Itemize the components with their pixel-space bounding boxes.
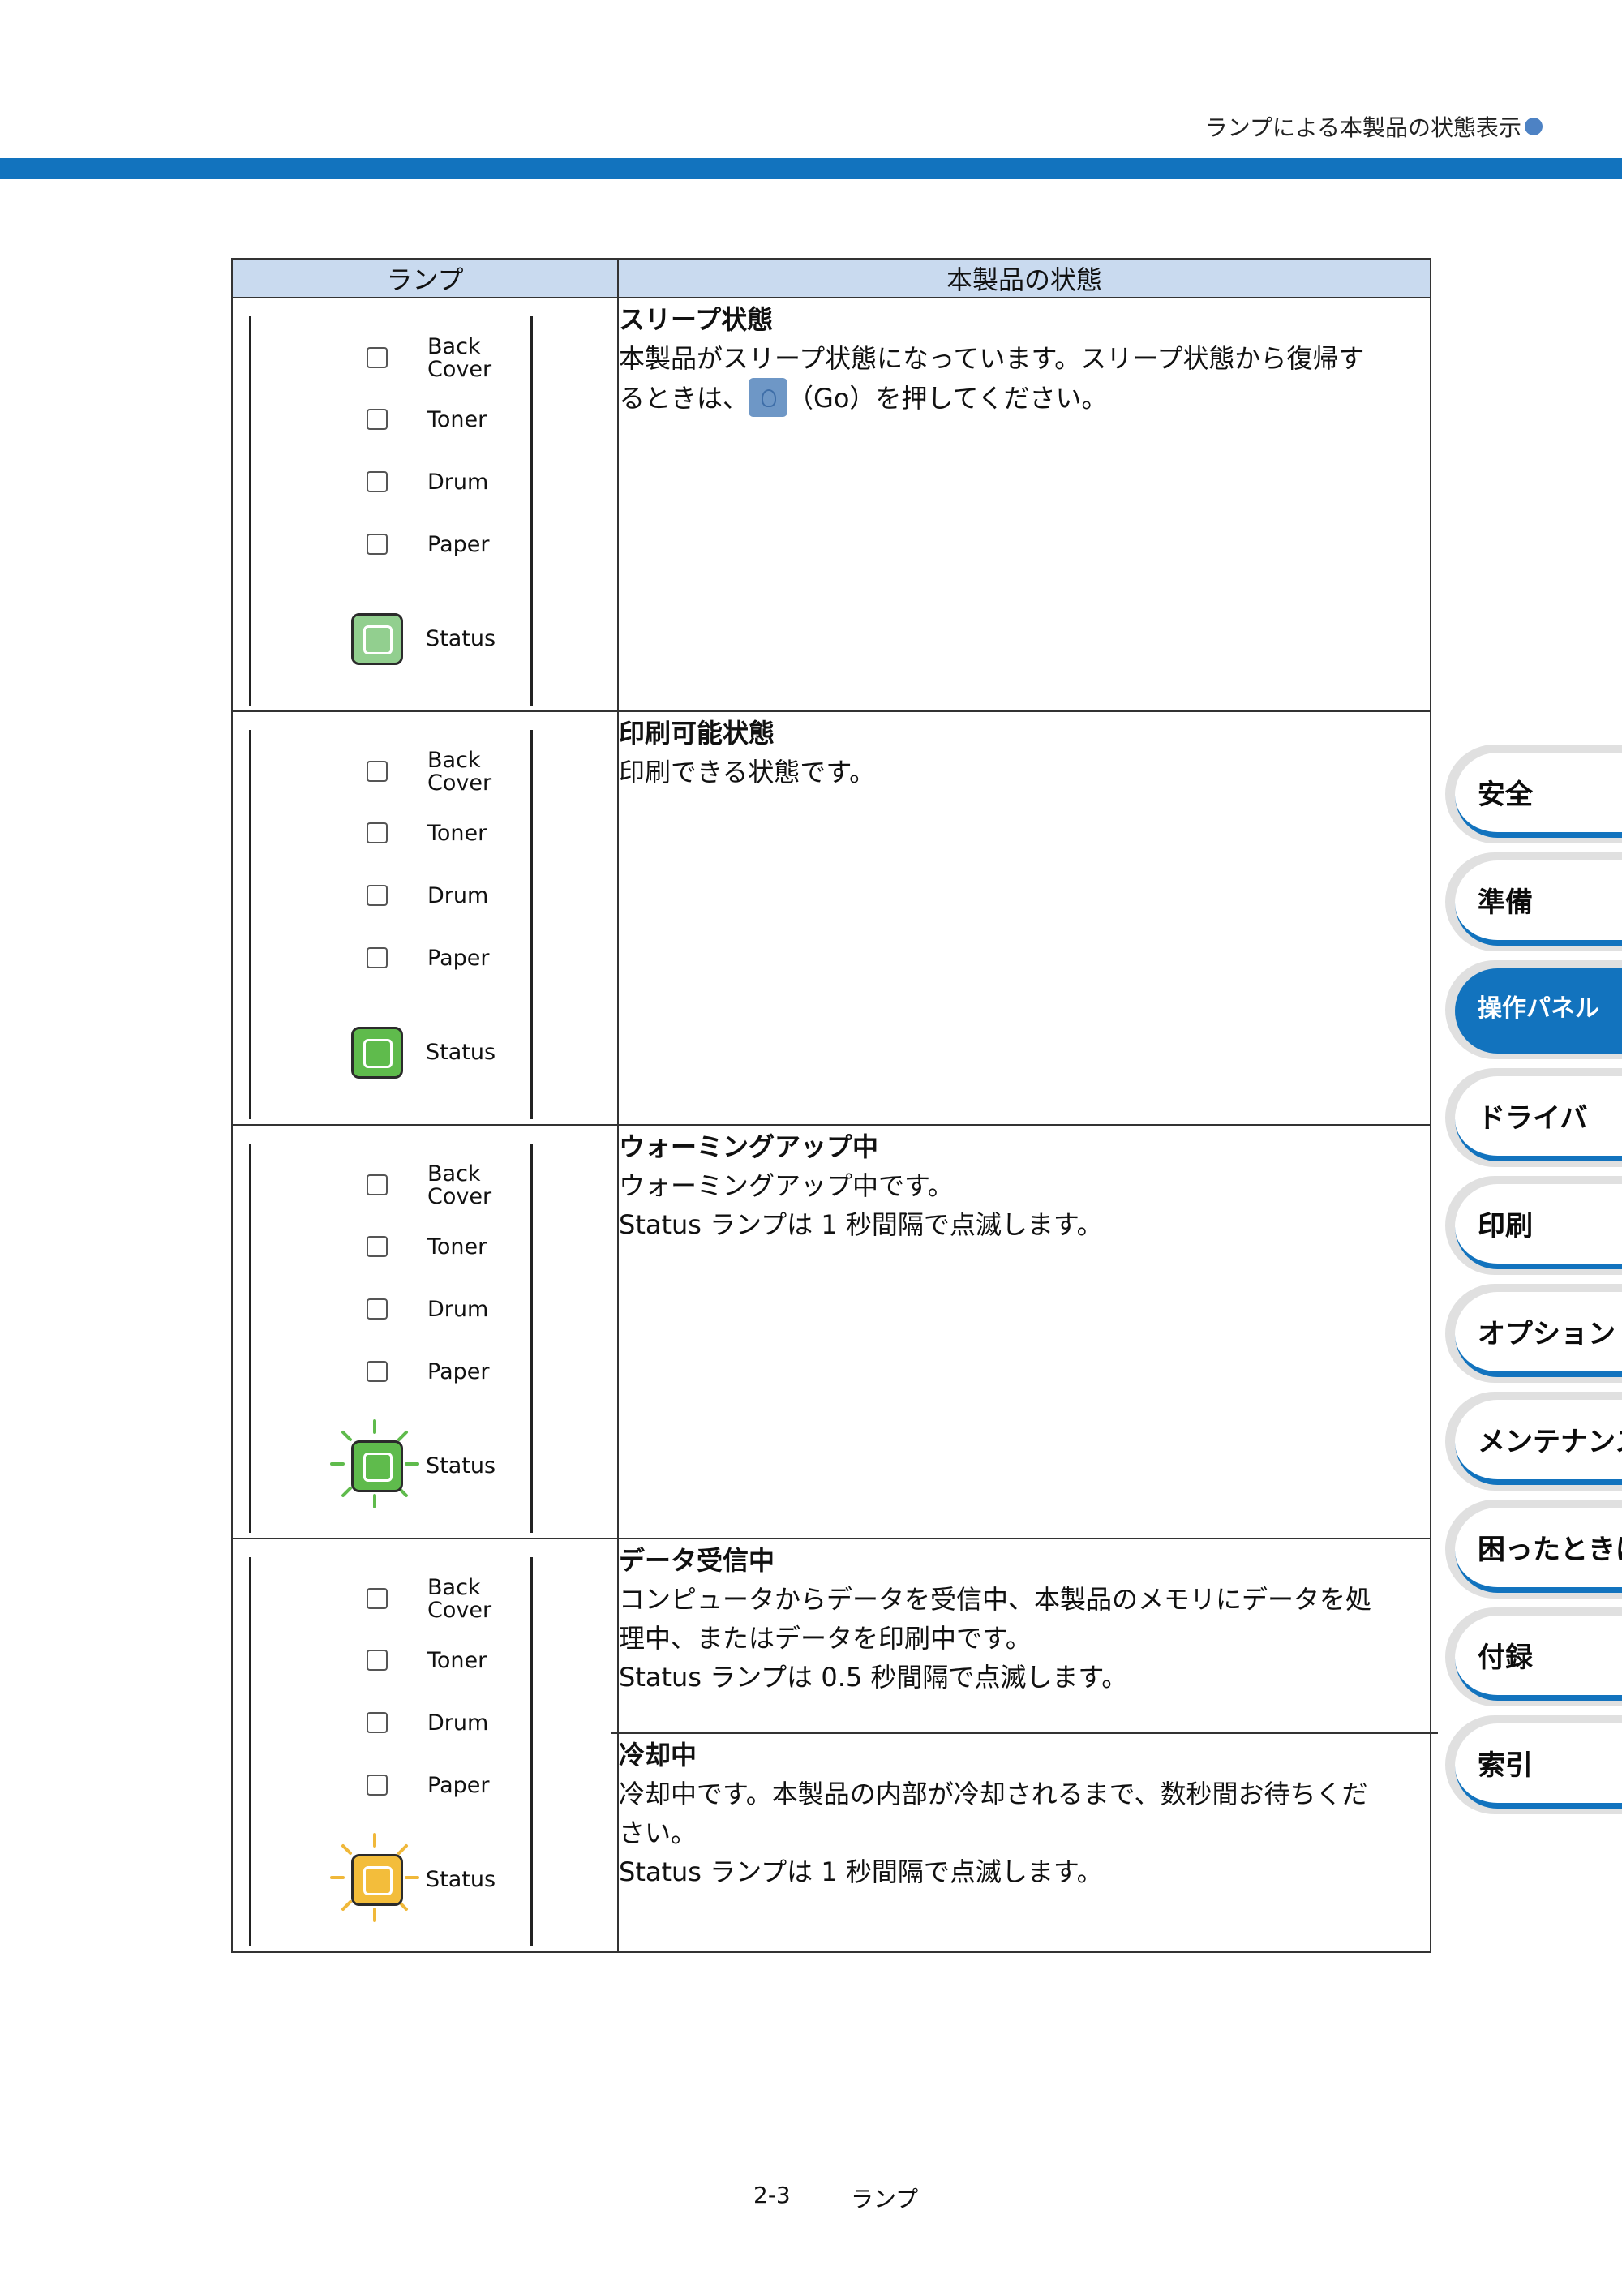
- state-cell: スリープ状態 本製品がスリープ状態になっています。スリープ状態から復帰す るとき…: [617, 297, 1431, 712]
- page-number: 2-3: [753, 2182, 791, 2208]
- status-led: [351, 1854, 403, 1906]
- header-title-text: ランプによる本製品の状態表示: [1204, 114, 1521, 141]
- state-description: コンピュータからデータを受信中、本製品のメモリにデータを処 理中、またはデータを…: [619, 1584, 1372, 1693]
- state-description: 印刷できる状態です。: [619, 757, 876, 788]
- chapter-tab-label: ドライバ: [1478, 1102, 1588, 1135]
- status-led: [351, 1027, 403, 1079]
- chapter-tab-label: 困ったときは: [1478, 1534, 1622, 1566]
- chapter-tab[interactable]: 付録: [1445, 1607, 1622, 1706]
- lamp-panel: Back Cover Toner Drum Paper Status: [249, 1144, 549, 1533]
- status-led: [351, 1440, 403, 1492]
- state-title: 印刷可能状態: [619, 718, 775, 749]
- toner-label: Toner: [427, 821, 487, 846]
- drum-label: Drum: [427, 883, 489, 908]
- drum-led: [367, 885, 388, 906]
- lamp-panel-cell: Back Cover Toner Drum Paper Status: [231, 297, 619, 712]
- table-row: Back Cover Toner Drum Paper: [231, 1538, 1438, 1953]
- lamp-panel: Back Cover Toner Drum Paper Status: [249, 316, 549, 706]
- go-button-icon: [749, 378, 788, 417]
- chapter-tab-label: オプション: [1478, 1318, 1616, 1350]
- lamp-panel: Back Cover Toner Drum Paper Status: [249, 1557, 549, 1946]
- toner-label: Toner: [427, 407, 487, 432]
- toner-led: [367, 1650, 388, 1671]
- state-cell: 印刷可能状態 印刷できる状態です。: [617, 710, 1431, 1126]
- paper-led: [367, 534, 388, 555]
- paper-label: Paper: [427, 946, 490, 971]
- back-cover-led: [367, 1588, 388, 1609]
- chapter-tab[interactable]: 索引: [1445, 1715, 1622, 1814]
- column-header-lamp: ランプ: [231, 258, 619, 298]
- lamp-panel-cell: Back Cover Toner Drum Paper Status: [231, 1124, 619, 1539]
- bullet-dot-icon: [1525, 118, 1543, 135]
- toner-label: Toner: [427, 1648, 487, 1673]
- state-cell: データ受信中 コンピュータからデータを受信中、本製品のメモリにデータを処 理中、…: [611, 1538, 1438, 1953]
- column-header-state: 本製品の状態: [617, 258, 1431, 298]
- drum-label: Drum: [427, 470, 489, 495]
- chapter-tab-label: 付録: [1478, 1642, 1533, 1674]
- chapter-tab-label: メンテナンス: [1478, 1426, 1622, 1458]
- paper-led: [367, 1775, 388, 1796]
- state-description: 冷却中です。本製品の内部が冷却されるまで、数秒間お待ちくだ さい。 Status…: [619, 1779, 1368, 1887]
- status-label: Status: [426, 1867, 496, 1892]
- paper-label: Paper: [427, 1359, 490, 1384]
- status-label: Status: [426, 1040, 496, 1065]
- back-cover-led: [367, 347, 388, 368]
- table-row: Back Cover Toner Drum Paper Status 印刷可能状態…: [231, 710, 1431, 1126]
- chapter-tab[interactable]: ドライバ: [1445, 1068, 1622, 1167]
- state-description: 本製品がスリープ状態になっています。スリープ状態から復帰す るときは、 （Go）を…: [619, 339, 1430, 418]
- lamp-panel-cell: Back Cover Toner Drum Paper Status: [231, 710, 619, 1126]
- status-label: Status: [426, 626, 496, 651]
- chapter-tab-label: 印刷: [1478, 1210, 1533, 1242]
- back-cover-label: Back Cover: [427, 1575, 492, 1623]
- state-description: ウォーミングアップ中です。 Status ランプは 1 秒間隔で点滅します。: [619, 1170, 1103, 1240]
- footer-title: ランプ: [851, 2186, 919, 2212]
- lamp-panel: Back Cover Toner Drum Paper Status: [249, 730, 549, 1119]
- chapter-tab[interactable]: 困ったときは: [1445, 1500, 1622, 1599]
- lamp-panel-cell: Back Cover Toner Drum Paper Status: [231, 1538, 619, 1953]
- back-cover-label: Back Cover: [427, 748, 492, 796]
- toner-led: [367, 822, 388, 843]
- paper-led: [367, 1361, 388, 1382]
- drum-label: Drum: [427, 1297, 489, 1322]
- state-title: スリープ状態: [619, 304, 774, 335]
- back-cover-label: Back Cover: [427, 334, 492, 382]
- header-band: [0, 158, 1622, 179]
- state-title: ウォーミングアップ中: [619, 1131, 879, 1162]
- back-cover-led: [367, 761, 388, 782]
- back-cover-led: [367, 1174, 388, 1195]
- drum-label: Drum: [427, 1710, 489, 1736]
- table-row: Back Cover Toner Drum Paper: [231, 1124, 1431, 1539]
- state-cell: ウォーミングアップ中 ウォーミングアップ中です。 Status ランプは 1 秒…: [617, 1124, 1431, 1539]
- chapter-tab[interactable]: メンテナンス: [1445, 1392, 1622, 1491]
- chapter-tab-label: 準備: [1478, 886, 1533, 919]
- chapter-tab-label: 安全: [1478, 779, 1533, 811]
- drum-led: [367, 1712, 388, 1733]
- paper-label: Paper: [427, 1773, 490, 1798]
- toner-label: Toner: [427, 1234, 487, 1260]
- chapter-tab[interactable]: 印刷: [1445, 1176, 1622, 1275]
- chapter-tab-label: 操作パネル: [1478, 994, 1599, 1023]
- chapter-tab[interactable]: 安全: [1445, 745, 1622, 843]
- drum-led: [367, 471, 388, 492]
- back-cover-label: Back Cover: [427, 1161, 492, 1209]
- state-title: 冷却中: [619, 1740, 697, 1770]
- paper-label: Paper: [427, 532, 490, 557]
- lamp-status-table: ランプ 本製品の状態 Back Cover Toner Drum Paper St…: [231, 258, 1438, 1953]
- status-led: [351, 613, 403, 665]
- header-title: ランプによる本製品の状態表示: [1205, 110, 1543, 143]
- toner-led: [367, 1236, 388, 1257]
- sub-state-block: 冷却中 冷却中です。本製品の内部が冷却されるまで、数秒間お待ちくだ さい。 St…: [611, 1732, 1438, 1891]
- chapter-tab-label: 索引: [1478, 1749, 1533, 1782]
- state-title: データ受信中: [619, 1545, 775, 1576]
- toner-led: [367, 409, 388, 430]
- table-row: Back Cover Toner Drum Paper Status スリープ状態…: [231, 297, 1431, 712]
- chapter-tab[interactable]: 準備: [1445, 852, 1622, 951]
- chapter-tab[interactable]: オプション: [1445, 1284, 1622, 1383]
- paper-led: [367, 947, 388, 968]
- status-label: Status: [426, 1453, 496, 1478]
- drum-led: [367, 1298, 388, 1320]
- chapter-tab[interactable]: 操作パネル: [1445, 960, 1622, 1059]
